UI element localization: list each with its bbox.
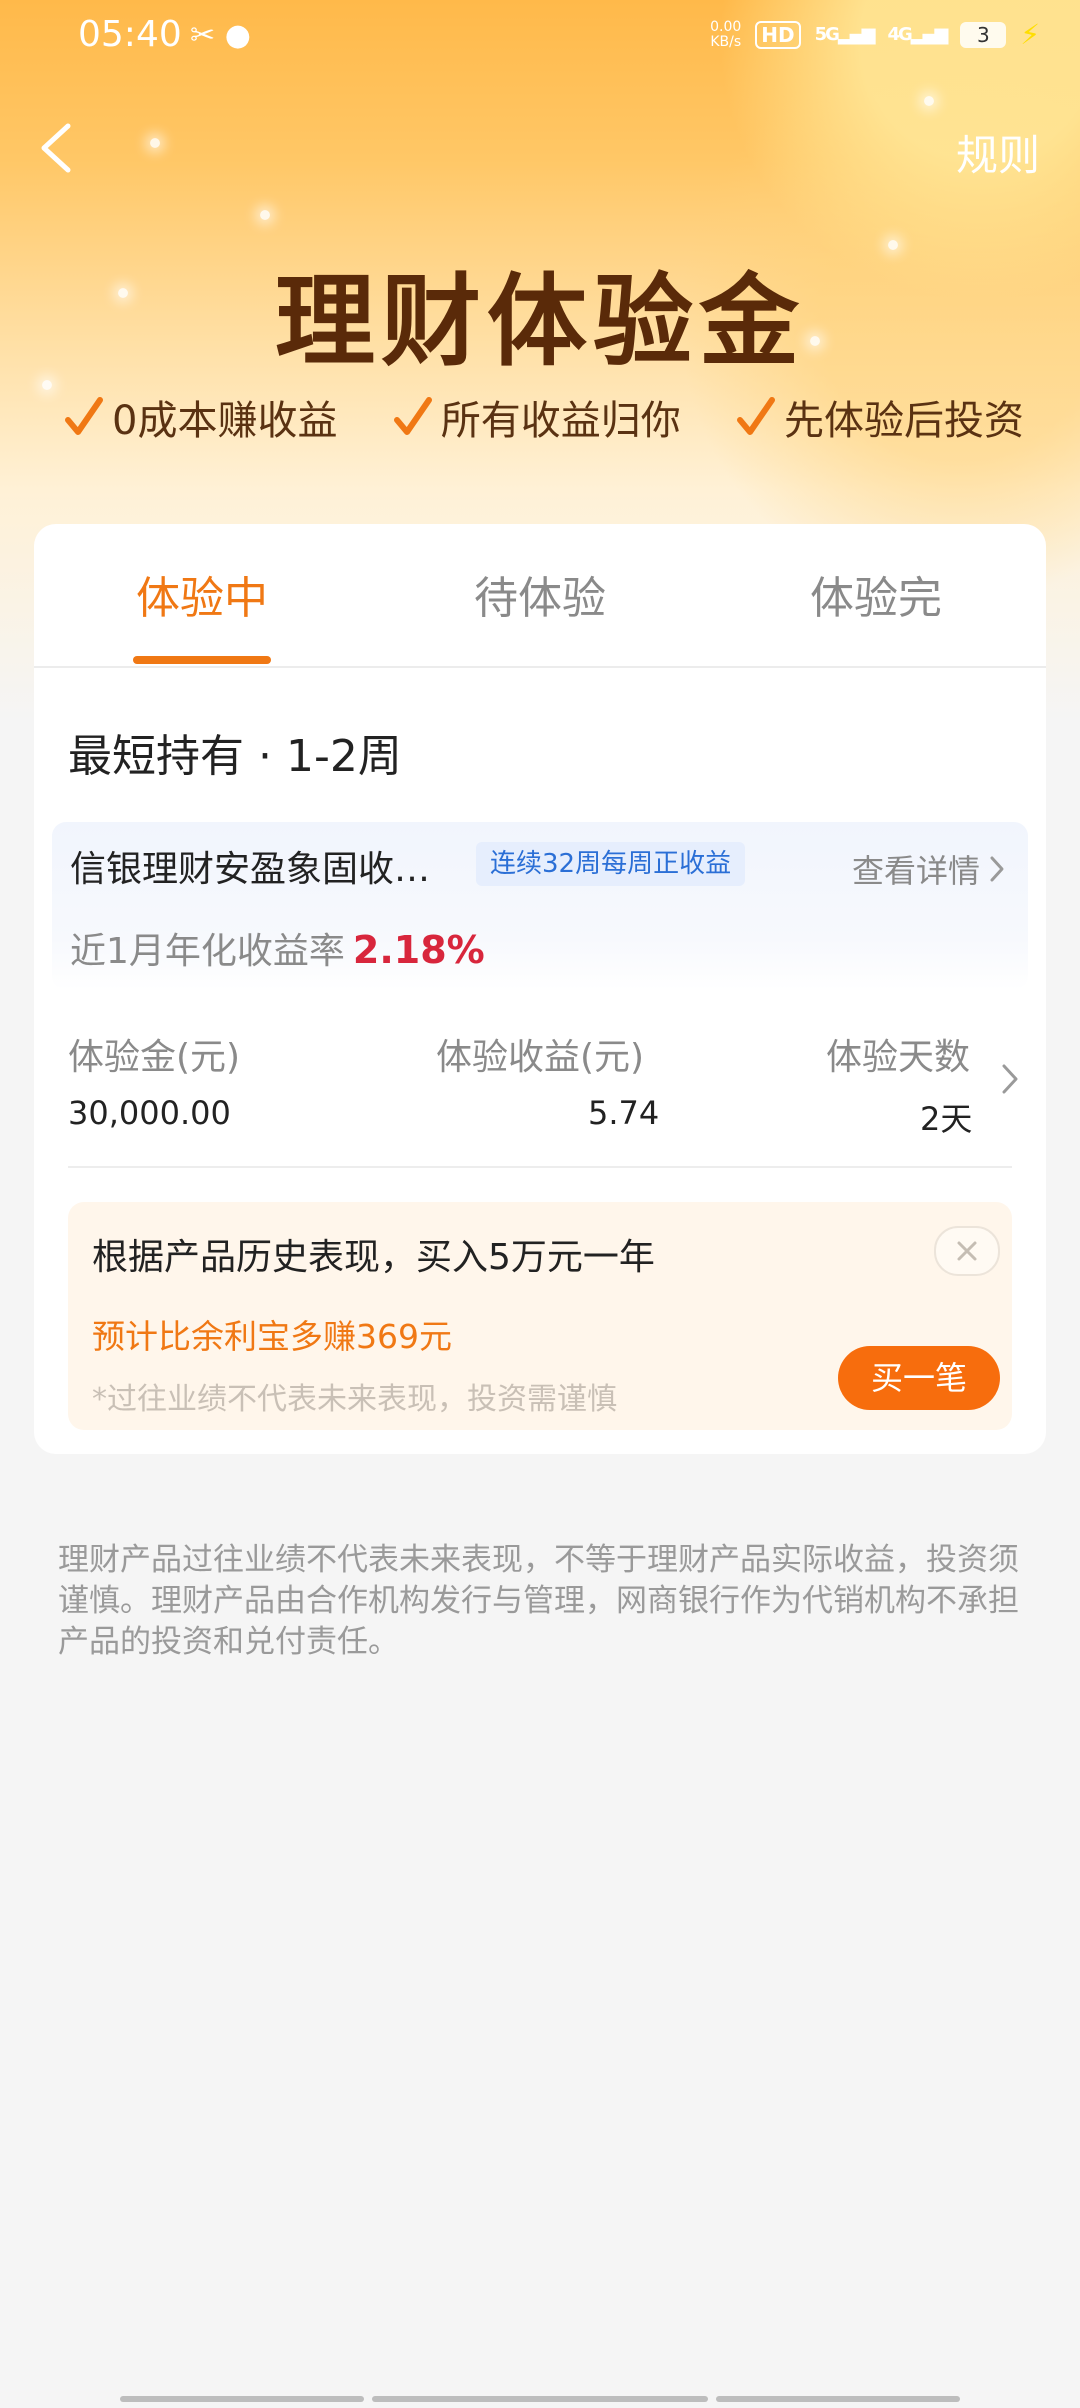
feature-label: 所有收益归你 <box>440 398 681 444</box>
status-time: 05:40 <box>78 14 182 55</box>
tools-icon: ✂ <box>190 18 216 53</box>
signal-4g-label: 4G <box>887 24 912 45</box>
view-details-link[interactable]: 查看详情 <box>852 846 1006 892</box>
signal-5g-icon: 5G▂▄▆ <box>814 24 876 45</box>
battery-icon: 3 <box>960 21 1007 48</box>
close-promo-button[interactable] <box>934 1226 1000 1276</box>
feature-item: 0成本赚收益 <box>64 388 337 446</box>
tab-bar: 体验中 待体验 体验完 <box>34 524 1046 668</box>
divider <box>68 1166 1012 1168</box>
check-icon <box>393 397 432 435</box>
product-panel[interactable]: 信银理财安盈象固收… 连续32周每周正收益 查看详情 近1月年化收益率 2.18… <box>52 822 1028 990</box>
hd-icon: HD <box>755 20 801 49</box>
feature-list: 0成本赚收益 所有收益归你 先体验后投资 <box>64 388 1024 446</box>
signal-4g-icon: 4G▂▄▆ <box>887 24 948 45</box>
promo-risk-note: *过往业绩不代表未来表现，投资需谨慎 <box>92 1382 617 1417</box>
tab-pending[interactable]: 待体验 <box>440 562 640 626</box>
amount-label: 体验金(元) <box>68 1037 241 1078</box>
earnings-label: 体验收益(元) <box>436 1037 645 1078</box>
disclaimer-text: 理财产品过往业绩不代表未来表现，不等于理财产品实际收益，投资须谨慎。理财产品由合… <box>58 1542 1019 1660</box>
tab-in-progress[interactable]: 体验中 <box>102 562 302 626</box>
chat-bubble-icon: ● <box>224 18 251 53</box>
notification-icons: ✂ ● <box>190 18 251 53</box>
days-value: 2天 <box>920 1100 973 1138</box>
days-label: 体验天数 <box>826 1037 971 1078</box>
view-details-label: 查看详情 <box>851 852 980 890</box>
feature-label: 0成本赚收益 <box>112 398 338 444</box>
status-bar: 05:40 ✂ ● 0.00 KB/s HD 5G▂▄▆ 4G▂▄▆ 3 ⚡ <box>0 0 1080 78</box>
experience-card: 体验中 待体验 体验完 最短持有 · 1-2周 信银理财安盈象固收… 连续32周… <box>34 524 1046 1454</box>
holding-period-title: 最短持有 · 1-2周 <box>68 731 402 782</box>
feature-item: 所有收益归你 <box>393 388 681 446</box>
feature-item: 先体验后投资 <box>736 388 1024 446</box>
promo-headline: 根据产品历史表现，买入5万元一年 <box>92 1237 655 1278</box>
feature-label: 先体验后投资 <box>783 398 1024 444</box>
net-speed-value: 0.00 <box>710 18 742 35</box>
sparkle-decoration <box>260 210 270 220</box>
net-speed: 0.00 KB/s <box>710 18 742 50</box>
back-button[interactable] <box>34 118 78 178</box>
back-arrow-icon <box>41 123 71 173</box>
gesture-bar <box>716 2396 960 2402</box>
check-icon <box>65 397 103 435</box>
yield-label: 近1月年化收益率 <box>70 931 345 972</box>
yield-row: 近1月年化收益率 2.18% <box>70 922 485 974</box>
earnings-value: 5.74 <box>588 1094 660 1132</box>
chevron-right-icon <box>990 856 1004 882</box>
status-right-icons: 0.00 KB/s HD 5G▂▄▆ 4G▂▄▆ 3 ⚡ <box>710 18 1040 51</box>
gesture-bar <box>372 2396 708 2402</box>
gesture-bar <box>120 2396 364 2402</box>
promo-highlight: 预计比余利宝多赚369元 <box>92 1317 452 1356</box>
tab-completed[interactable]: 体验完 <box>776 562 976 626</box>
active-tab-indicator <box>133 656 271 664</box>
promo-banner: 根据产品历史表现，买入5万元一年 预计比余利宝多赚369元 *过往业绩不代表未来… <box>68 1202 1012 1430</box>
charging-icon: ⚡ <box>1020 18 1040 51</box>
experience-stats[interactable]: 体验金(元) 30,000.00 体验收益(元) 5.74 体验天数 2天 <box>34 1024 1046 1164</box>
sparkle-decoration <box>150 138 160 148</box>
amount-value: 30,000.00 <box>68 1094 231 1132</box>
page-title: 理财体验金 <box>275 263 805 380</box>
check-icon <box>736 397 775 435</box>
sparkle-decoration <box>924 96 934 106</box>
product-name: 信银理财安盈象固收… <box>70 849 431 890</box>
close-icon <box>957 1241 977 1261</box>
chevron-right-icon <box>1002 1064 1018 1094</box>
signal-5g-label: 5G <box>814 24 840 45</box>
rules-link[interactable]: 规则 <box>956 122 1040 183</box>
yield-value: 2.18% <box>352 928 485 972</box>
product-badge: 连续32周每周正收益 <box>476 842 746 886</box>
buy-button[interactable]: 买一笔 <box>838 1346 1000 1410</box>
net-speed-unit: KB/s <box>710 33 742 50</box>
